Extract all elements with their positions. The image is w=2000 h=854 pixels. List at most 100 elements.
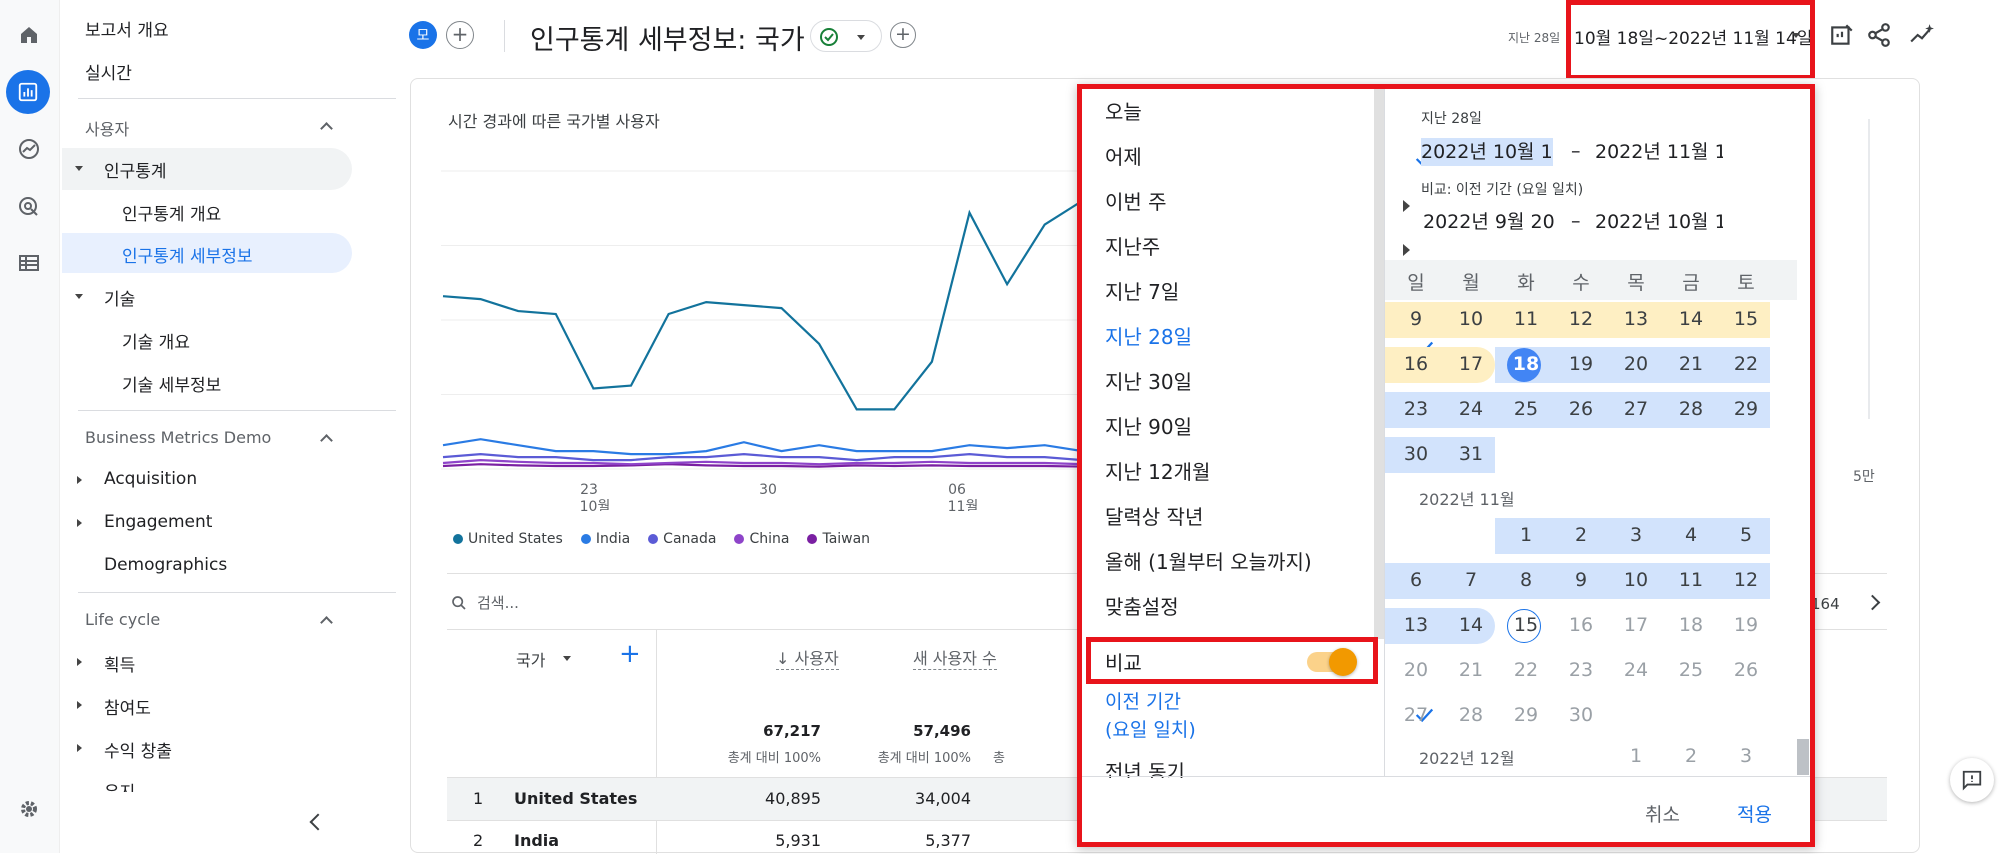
chart-right-label: 5만	[1853, 469, 1875, 485]
nav-demographics[interactable]: Demographics	[104, 555, 227, 575]
date-range-prefix: 지난 28일	[1508, 31, 1561, 45]
collapse-nav-icon[interactable]	[309, 813, 327, 831]
expand-triangle-icon[interactable]	[77, 701, 82, 709]
x-tick-month: 11월	[948, 499, 979, 511]
row-country[interactable]: India	[514, 831, 559, 850]
settings-icon[interactable]	[12, 792, 46, 826]
legend-label: Taiwan	[822, 531, 871, 547]
line-chart: 2310월 30 0611월	[441, 170, 1081, 511]
total-users-sub: 총계 대비 100%	[727, 751, 821, 766]
chart-axis-line	[1868, 119, 1870, 419]
legend-dot	[580, 534, 591, 544]
legend-dot	[648, 534, 659, 544]
legend-item[interactable]: United States	[453, 531, 563, 547]
reports-icon[interactable]	[6, 70, 50, 114]
nav-demographics-overview[interactable]: 인구통계 개요	[122, 200, 221, 225]
legend-item[interactable]: India	[580, 531, 631, 547]
metric-header-users[interactable]: ↓ 사용자	[776, 645, 839, 670]
nav-section-users[interactable]: 사용자	[85, 116, 129, 140]
insights-icon[interactable]	[1908, 22, 1936, 48]
x-tick-label: 30	[759, 482, 777, 498]
feedback-icon	[1962, 770, 1982, 791]
add-comparison-icon[interactable]: +	[446, 21, 474, 49]
add-dimension-icon[interactable]: +	[619, 639, 641, 669]
row-users: 40,895	[765, 789, 821, 808]
nav-realtime[interactable]: 실시간	[85, 59, 132, 84]
legend-dot	[807, 534, 818, 544]
nav-group-demographics[interactable]: 인구통계	[104, 157, 167, 182]
legend-label: United States	[468, 531, 563, 547]
expand-triangle-icon[interactable]	[75, 166, 83, 171]
nav-tech-overview[interactable]: 기술 개요	[122, 328, 190, 353]
nav-demographics-details[interactable]: 인구통계 세부정보	[122, 242, 253, 267]
explore-icon[interactable]	[12, 132, 46, 166]
legend-label: Canada	[663, 531, 717, 547]
compare-highlight	[1086, 637, 1378, 684]
table-search-input[interactable]: 검색...	[477, 592, 519, 613]
home-icon[interactable]	[12, 18, 46, 52]
share-icon[interactable]	[1866, 22, 1892, 48]
nav-engagement-ko[interactable]: 참여도	[104, 694, 151, 719]
metric-header-new-users[interactable]: 새 사용자 수	[913, 645, 997, 670]
date-range-highlight	[1566, 0, 1815, 80]
legend-label: China	[749, 531, 790, 547]
nav-monetization[interactable]: 수익 창출	[104, 737, 172, 762]
nav-engagement[interactable]: Engagement	[104, 512, 212, 532]
nav-section-lifecycle[interactable]: Life cycle	[85, 610, 160, 629]
nav-acquisition[interactable]: Acquisition	[104, 469, 197, 489]
next-page-icon[interactable]	[1864, 594, 1881, 611]
nav-group-tech[interactable]: 기술	[104, 285, 135, 310]
pagination-info: 164	[1811, 595, 1840, 613]
advertising-icon[interactable]	[12, 190, 46, 224]
collapse-icon[interactable]	[320, 122, 333, 135]
dimension-header[interactable]: 국가	[516, 647, 545, 671]
nav-divider	[78, 410, 396, 411]
row-new-users: 5,377	[925, 831, 971, 850]
nav-divider	[78, 98, 396, 99]
chevron-down-icon	[857, 35, 865, 40]
x-tick-month: 10월	[580, 499, 611, 511]
row-country[interactable]: United States	[514, 789, 637, 808]
legend-item[interactable]: Canada	[648, 531, 716, 547]
expand-triangle-icon[interactable]	[77, 476, 82, 484]
legend-label: India	[595, 531, 631, 547]
series-line	[442, 200, 1081, 411]
legend-dot	[453, 534, 463, 544]
legend-item[interactable]: China	[734, 531, 789, 547]
chart-title: 시간 경과에 따른 국가별 사용자	[448, 112, 660, 131]
row-users: 5,931	[775, 831, 821, 850]
collapse-icon[interactable]	[320, 616, 333, 629]
feedback-button[interactable]	[1950, 758, 1994, 802]
nav-retention[interactable]: 유지	[104, 778, 135, 792]
series-line	[442, 438, 1081, 456]
search-icon	[452, 596, 466, 610]
expand-triangle-icon[interactable]	[75, 294, 83, 299]
expand-triangle-icon[interactable]	[77, 519, 82, 527]
dimension-dropdown-icon[interactable]	[563, 656, 571, 661]
collapse-icon[interactable]	[320, 434, 333, 447]
sort-down-icon: ↓	[776, 649, 795, 668]
status-chip[interactable]	[810, 20, 882, 52]
nav-report-overview[interactable]: 보고서 개요	[85, 16, 169, 41]
nav-tech-details[interactable]: 기술 세부정보	[122, 371, 221, 396]
nav-acquisition-ko[interactable]: 획득	[104, 651, 135, 676]
header-divider	[504, 20, 505, 52]
picker-highlight	[1077, 84, 1815, 847]
users-label: 사용자	[794, 649, 839, 668]
legend-dot	[734, 534, 745, 544]
add-filter-icon[interactable]: +	[890, 22, 916, 48]
expand-triangle-icon[interactable]	[77, 658, 82, 666]
expand-triangle-icon[interactable]	[77, 744, 82, 752]
configure-icon[interactable]	[12, 246, 46, 280]
row-rank: 2	[473, 831, 484, 850]
page-title: 인구통계 세부정보: 국가	[530, 25, 805, 56]
edit-report-icon[interactable]	[1829, 22, 1855, 48]
nav-divider	[78, 592, 396, 593]
x-tick-label: 06	[948, 482, 966, 498]
total-new-users: 57,496	[913, 722, 971, 740]
nav-section-business[interactable]: Business Metrics Demo	[85, 428, 271, 447]
series-line	[442, 463, 1081, 468]
avatar[interactable]: 모	[409, 21, 437, 49]
legend-item[interactable]: Taiwan	[807, 531, 870, 547]
series-line	[442, 458, 1081, 466]
